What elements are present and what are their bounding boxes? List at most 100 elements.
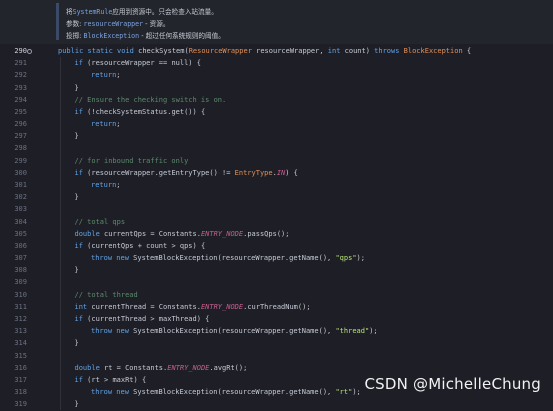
line-number: 319: [14, 400, 27, 409]
code-line[interactable]: 313 throw new SystemBlockException(resour…: [0, 325, 553, 338]
line-number: 306: [14, 241, 27, 250]
code-line[interactable]: 299 // for inbound traffic only: [0, 155, 553, 168]
doc-code-ref[interactable]: SystemRule: [73, 8, 113, 16]
line-number: 309: [14, 278, 27, 287]
code-text[interactable]: }: [75, 82, 79, 95]
code-text[interactable]: double currentQps = Constants.ENTRY_NODE…: [75, 228, 290, 241]
code-text[interactable]: return;: [91, 118, 121, 131]
code-text[interactable]: }: [75, 398, 79, 411]
doc-text: 将: [66, 8, 73, 16]
code-text[interactable]: if (currentThread > maxThread) {: [75, 313, 210, 326]
line-number: 302: [14, 193, 27, 202]
line-number: 293: [14, 83, 27, 92]
doc-line-1: 将SystemRule应用到资源中。只会检查入站流量。: [66, 6, 218, 16]
code-line[interactable]: 295 if (!checkSystemStatus.get()) {: [0, 106, 553, 119]
line-number: 310: [14, 290, 27, 299]
method-marker-icon[interactable]: [27, 49, 32, 54]
line-number: 314: [14, 339, 27, 348]
doc-text: - 资源。: [143, 20, 170, 28]
doc-code-ref[interactable]: BlockException: [84, 32, 140, 40]
code-line[interactable]: 294 // Ensure the checking switch is on.: [0, 94, 553, 107]
code-text[interactable]: // total qps: [75, 216, 126, 229]
code-line[interactable]: 309: [0, 276, 553, 289]
code-line[interactable]: 305 double currentQps = Constants.ENTRY_N…: [0, 228, 553, 241]
code-text[interactable]: public static void checkSystem(ResourceW…: [58, 45, 471, 58]
code-line[interactable]: 297}: [0, 130, 553, 143]
code-line[interactable]: 315: [0, 350, 553, 363]
doc-line-3: 投掷: BlockException - 超过任何系统规则的阈值。: [66, 30, 225, 40]
line-number: 290: [14, 47, 27, 55]
line-number: 291: [14, 59, 27, 68]
doc-code-ref: resourceWrapper: [83, 20, 144, 28]
code-text[interactable]: throw new SystemBlockException(resourceW…: [91, 325, 378, 338]
line-number: 301: [14, 180, 27, 189]
code-text[interactable]: if (resourceWrapper == null) {: [75, 57, 201, 70]
code-line[interactable]: 293}: [0, 82, 553, 95]
doc-label: 参数:: [66, 20, 82, 28]
line-number: 296: [14, 120, 27, 129]
line-number: 313: [14, 327, 27, 336]
code-line[interactable]: 302}: [0, 191, 553, 204]
code-line[interactable]: 290 public static void checkSystem(Resour…: [0, 45, 553, 58]
code-line[interactable]: 307 throw new SystemBlockException(resour…: [0, 252, 553, 265]
indent-guide: [60, 57, 61, 411]
line-number: 295: [14, 107, 27, 116]
code-text[interactable]: if (rt > maxRt) {: [75, 374, 147, 387]
code-line[interactable]: 301 return;: [0, 179, 553, 192]
code-text[interactable]: // total thread: [75, 289, 138, 302]
code-line[interactable]: 304 // total qps: [0, 216, 553, 229]
line-number: 315: [14, 351, 27, 360]
line-number: 305: [14, 229, 27, 238]
code-line[interactable]: 311 int currentThread = Constants.ENTRY_N…: [0, 301, 553, 314]
doc-text: - 超过任何系统规则的阈值。: [139, 32, 225, 40]
code-text[interactable]: return;: [91, 69, 121, 82]
line-number: 316: [14, 363, 27, 372]
code-line[interactable]: 308}: [0, 264, 553, 277]
line-number: 312: [14, 314, 27, 323]
code-text[interactable]: throw new SystemBlockException(resourceW…: [91, 252, 365, 265]
code-line[interactable]: 310 // total thread: [0, 289, 553, 302]
code-text[interactable]: }: [75, 264, 79, 277]
line-number: 292: [14, 71, 27, 80]
line-number: 317: [14, 375, 27, 384]
code-text[interactable]: // for inbound traffic only: [75, 155, 189, 168]
code-text[interactable]: if (resourceWrapper.getEntryType() != En…: [75, 167, 298, 180]
code-line[interactable]: 300 if (resourceWrapper.getEntryType() !=…: [0, 167, 553, 180]
code-line[interactable]: 312 if (currentThread > maxThread) {: [0, 313, 553, 326]
code-text[interactable]: int currentThread = Constants.ENTRY_NODE…: [75, 301, 311, 314]
code-text[interactable]: // Ensure the checking switch is on.: [75, 94, 227, 107]
code-line[interactable]: 306 if (currentQps + count > qps) {: [0, 240, 553, 253]
code-text[interactable]: double rt = Constants.ENTRY_NODE.avgRt()…: [75, 362, 248, 375]
doc-label: 投掷:: [66, 32, 82, 40]
doc-text: 应用到资源中。只会检查入站流量。: [112, 8, 218, 16]
javadoc-popup: 将SystemRule应用到资源中。只会检查入站流量。 参数: resource…: [0, 0, 553, 44]
code-text[interactable]: }: [75, 191, 79, 204]
line-number: 304: [14, 217, 27, 226]
code-line[interactable]: 303: [0, 203, 553, 216]
line-number: 298: [14, 144, 27, 153]
watermark: CSDN @MichelleChung: [364, 375, 541, 393]
line-number: 294: [14, 95, 27, 104]
code-line[interactable]: 298: [0, 142, 553, 155]
code-line[interactable]: 319}: [0, 398, 553, 411]
code-text[interactable]: throw new SystemBlockException(resourceW…: [91, 386, 361, 399]
line-number: 311: [14, 302, 27, 311]
code-line[interactable]: 296 return;: [0, 118, 553, 131]
doc-accent-bar: [56, 3, 59, 40]
line-number: 308: [14, 266, 27, 275]
line-number: 299: [14, 156, 27, 165]
doc-line-2: 参数: resourceWrapper - 资源。: [66, 18, 169, 28]
code-text[interactable]: }: [75, 337, 79, 350]
code-text[interactable]: return;: [91, 179, 121, 192]
line-number: 318: [14, 388, 27, 397]
line-number: 300: [14, 168, 27, 177]
code-line[interactable]: 292 return;: [0, 69, 553, 82]
code-text[interactable]: if (currentQps + count > qps) {: [75, 240, 206, 253]
code-line[interactable]: 314}: [0, 337, 553, 350]
code-line[interactable]: 291 if (resourceWrapper == null) {: [0, 57, 553, 70]
code-line[interactable]: 316 double rt = Constants.ENTRY_NODE.avgR…: [0, 362, 553, 375]
code-text[interactable]: if (!checkSystemStatus.get()) {: [75, 106, 206, 119]
code-text[interactable]: }: [75, 130, 79, 143]
line-number: 303: [14, 205, 27, 214]
line-number: 307: [14, 254, 27, 263]
